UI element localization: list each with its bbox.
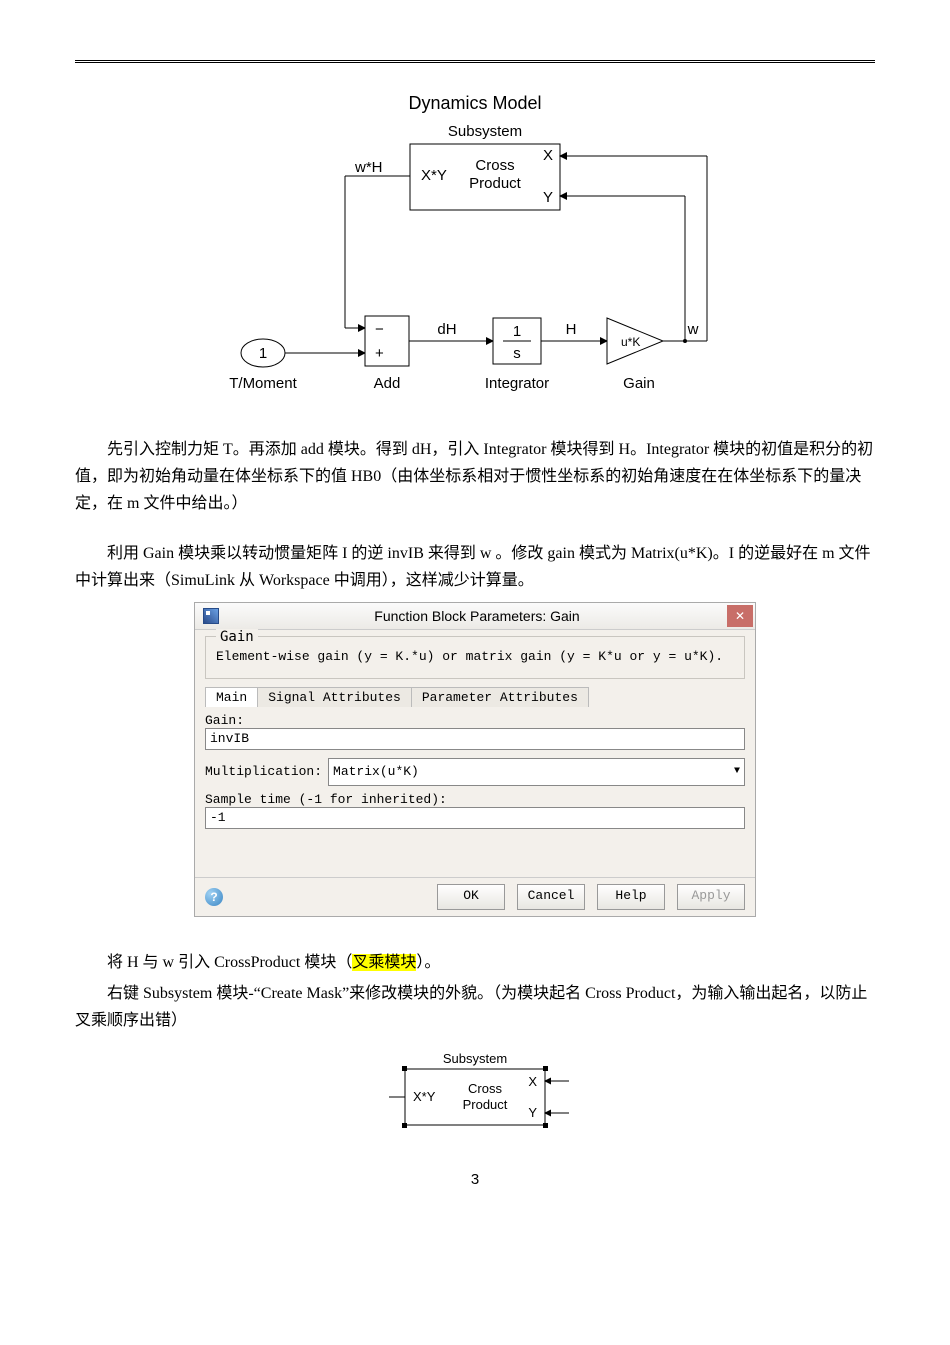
int-top: 1: [513, 323, 521, 340]
add-minus: −: [375, 321, 384, 338]
paragraph-4: 右键 Subsystem 模块-“Create Mask”来修改模块的外貌。（为…: [75, 980, 875, 1034]
subsystem-label: Subsystem: [448, 123, 522, 140]
int-bot: s: [513, 345, 521, 362]
highlight-text: 叉乘模块: [352, 954, 416, 971]
cross-in-x: X: [543, 147, 553, 164]
gain-text: u*K: [621, 335, 640, 349]
H-label: H: [566, 321, 577, 338]
multiplication-label: Multiplication:: [205, 764, 322, 779]
small-in-x: X: [528, 1074, 537, 1089]
header-rule: [75, 60, 875, 63]
sample-time-label: Sample time (-1 for inherited):: [205, 792, 745, 807]
multiplication-value: Matrix(u*K): [333, 764, 419, 779]
gain-dialog: Function Block Parameters: Gain ✕ Gain E…: [194, 602, 756, 917]
wH-label: w*H: [354, 159, 383, 176]
tab-parameter-attributes[interactable]: Parameter Attributes: [411, 687, 589, 707]
int-label: Integrator: [485, 375, 549, 392]
cross-xy: X*Y: [421, 167, 447, 184]
sample-time-input[interactable]: [205, 807, 745, 829]
diagram-title: Dynamics Model: [75, 93, 875, 114]
cross-in-y: Y: [543, 189, 553, 206]
paragraph-1: 先引入控制力矩 T。再添加 add 模块。得到 dH，引入 Integrator…: [75, 436, 875, 518]
tab-main[interactable]: Main: [205, 687, 258, 707]
gain-label: Gain: [623, 375, 655, 392]
group-description: Element-wise gain (y = K.*u) or matrix g…: [216, 649, 734, 664]
chevron-down-icon: ▼: [734, 766, 740, 777]
port-1-num: 1: [259, 345, 267, 362]
cross-text-2: Product: [469, 175, 522, 192]
w-label: w: [687, 321, 699, 338]
small-text-2: Product: [463, 1097, 508, 1112]
paragraph-2: 利用 Gain 模块乘以转动惯量矩阵 I 的逆 invIB 来得到 w 。修改 …: [75, 540, 875, 594]
cross-text-1: Cross: [475, 157, 514, 174]
dialog-title: Function Block Parameters: Gain: [227, 608, 727, 624]
ok-button[interactable]: OK: [437, 884, 505, 910]
dynamics-model-diagram: Subsystem X*Y Cross Product X Y w*H 1 T/…: [215, 118, 735, 418]
help-button[interactable]: Help: [597, 884, 665, 910]
small-text-1: Cross: [468, 1081, 502, 1096]
help-icon[interactable]: ?: [205, 888, 223, 906]
multiplication-select[interactable]: Matrix(u*K) ▼: [328, 758, 745, 786]
close-icon[interactable]: ✕: [727, 605, 753, 627]
port-1-label: T/Moment: [229, 375, 297, 392]
dH-label: dH: [437, 321, 456, 338]
page-number: 3: [75, 1171, 875, 1188]
small-out: X*Y: [413, 1089, 436, 1104]
simulink-icon: [203, 608, 219, 624]
subsystem-label-2: Subsystem: [443, 1051, 507, 1066]
subsystem-small-diagram: Subsystem X*Y Cross Product X Y: [375, 1051, 575, 1141]
group-title: Gain: [216, 629, 258, 645]
paragraph-3: 将 H 与 w 引入 CrossProduct 模块（叉乘模块）。: [75, 949, 875, 976]
add-label: Add: [374, 375, 401, 392]
gain-input[interactable]: [205, 728, 745, 750]
add-plus: +: [375, 345, 384, 362]
cancel-button[interactable]: Cancel: [517, 884, 585, 910]
apply-button[interactable]: Apply: [677, 884, 745, 910]
tab-signal-attributes[interactable]: Signal Attributes: [257, 687, 412, 707]
gain-field-label: Gain:: [205, 713, 745, 728]
small-in-y: Y: [528, 1105, 537, 1120]
